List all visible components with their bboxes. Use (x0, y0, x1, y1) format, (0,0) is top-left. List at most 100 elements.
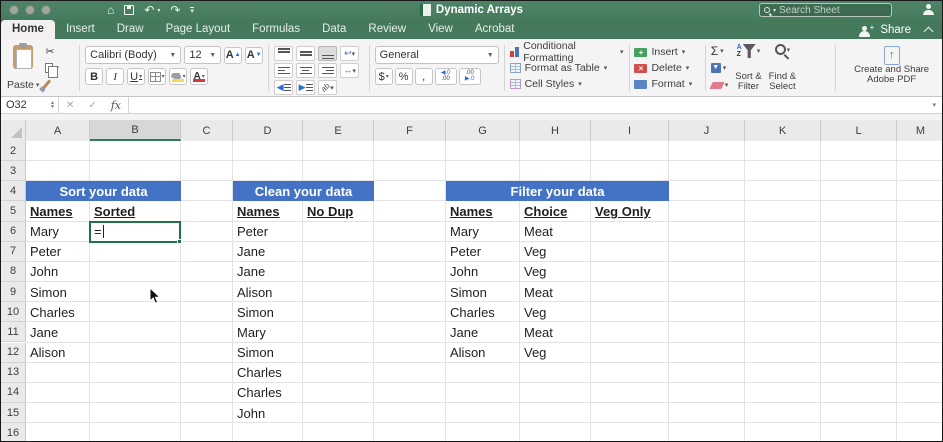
save-icon[interactable] (124, 5, 134, 15)
cell-G5[interactable]: Names (446, 201, 520, 221)
font-color-button[interactable]: A▾ (190, 68, 208, 85)
tab-home[interactable]: Home (1, 20, 55, 39)
align-center-button[interactable] (296, 63, 315, 78)
share-button[interactable]: Share (880, 24, 911, 36)
close-window-icon[interactable] (9, 5, 19, 15)
row-header-16[interactable]: 16 (1, 423, 26, 442)
cell-H6[interactable]: Meat (520, 222, 651, 242)
cell-A12[interactable]: Alison (26, 343, 150, 363)
cell-H5[interactable]: Choice (520, 201, 591, 221)
column-header-C[interactable]: C (181, 120, 233, 141)
tab-formulas[interactable]: Formulas (241, 20, 311, 39)
active-cell-B6[interactable]: = (89, 221, 181, 243)
column-header-F[interactable]: F (374, 120, 446, 141)
collapse-ribbon-icon[interactable] (924, 26, 934, 36)
enter-icon[interactable]: ✓ (81, 100, 103, 111)
fill-handle[interactable] (177, 239, 182, 244)
format-painter-icon[interactable] (42, 79, 51, 89)
font-name-select[interactable]: Calibri (Body)▼ (85, 46, 181, 64)
conditional-formatting-button[interactable]: Conditional Formatting▾ (510, 45, 624, 59)
cell-D13[interactable]: Charles (233, 363, 363, 383)
cell-H12[interactable]: Veg (520, 343, 651, 363)
column-header-M[interactable]: M (897, 120, 943, 141)
cell-D8[interactable]: Jane (233, 262, 363, 282)
row-header-15[interactable]: 15 (1, 403, 26, 423)
underline-button[interactable]: U▾ (127, 68, 145, 85)
autosum-icon[interactable]: Σ (711, 44, 718, 58)
clear-icon[interactable] (709, 82, 724, 89)
cell-D15[interactable]: John (233, 403, 363, 423)
decrease-decimal-button[interactable]: .00▶.0 (459, 68, 481, 85)
cell-A9[interactable]: Simon (26, 282, 150, 302)
column-header-G[interactable]: G (446, 120, 520, 141)
cut-icon[interactable]: ✂ (45, 47, 54, 57)
align-middle-button[interactable] (296, 46, 315, 61)
insert-cells-button[interactable]: + Insert▾ (634, 45, 699, 59)
grow-font-button[interactable]: A▲ (224, 47, 242, 64)
cell-D6[interactable]: Peter (233, 222, 363, 242)
column-header-K[interactable]: K (745, 120, 821, 141)
cell-A11[interactable]: Jane (26, 322, 150, 342)
format-cells-button[interactable]: Format▾ (634, 77, 699, 91)
row-header-13[interactable]: 13 (1, 363, 26, 383)
cell-D12[interactable]: Simon (233, 343, 363, 363)
percent-button[interactable]: % (395, 68, 413, 85)
cell-A7[interactable]: Peter (26, 242, 150, 262)
increase-decimal-button[interactable]: ◀.0.00 (435, 68, 457, 85)
tab-draw[interactable]: Draw (106, 20, 155, 39)
wrap-text-button[interactable]: ↩▾ (340, 46, 359, 61)
undo-icon[interactable]: ↶ (144, 4, 154, 16)
undo-dropdown-icon[interactable]: ▾ (157, 7, 160, 14)
align-left-button[interactable] (274, 63, 293, 78)
select-all-corner[interactable] (1, 120, 26, 141)
tab-page-layout[interactable]: Page Layout (155, 20, 242, 39)
banner-sort-your-data[interactable]: Sort your data (26, 181, 181, 201)
copy-icon[interactable] (45, 63, 53, 73)
decrease-indent-button[interactable]: ◀ (274, 80, 293, 95)
tab-insert[interactable]: Insert (55, 20, 106, 39)
row-header-6[interactable]: 6 (1, 222, 26, 242)
cell-E5[interactable]: No Dup (303, 201, 374, 221)
increase-indent-button[interactable]: ▶ (296, 80, 315, 95)
zoom-window-icon[interactable] (41, 5, 51, 15)
paste-button[interactable]: Paste▾ (7, 43, 39, 93)
account-avatar[interactable] (923, 4, 934, 15)
column-header-A[interactable]: A (26, 120, 90, 141)
cell-D11[interactable]: Mary (233, 322, 363, 342)
expand-formula-bar-icon[interactable]: ▾ (932, 101, 942, 109)
row-header-10[interactable]: 10 (1, 302, 26, 322)
tab-acrobat[interactable]: Acrobat (464, 20, 526, 39)
cell-H9[interactable]: Meat (520, 282, 651, 302)
row-header-7[interactable]: 7 (1, 242, 26, 262)
format-as-table-button[interactable]: Format as Table▾ (510, 61, 624, 75)
search-dropdown-icon[interactable]: ▾ (773, 7, 776, 14)
number-format-select[interactable]: General▼ (375, 46, 499, 64)
cell-D9[interactable]: Alison (233, 282, 363, 302)
customize-toolbar-icon[interactable]: ▾ (190, 7, 194, 14)
banner-clean-your-data[interactable]: Clean your data (233, 181, 374, 201)
redo-icon[interactable]: ↷ (170, 4, 180, 16)
cell-H8[interactable]: Veg (520, 262, 651, 282)
cell-D5[interactable]: Names (233, 201, 303, 221)
cell-B5[interactable]: Sorted (90, 201, 181, 221)
minimize-window-icon[interactable] (25, 5, 35, 15)
align-bottom-button[interactable] (318, 46, 337, 61)
cell-H10[interactable]: Veg (520, 302, 651, 322)
home-icon[interactable]: ⌂ (107, 4, 114, 16)
cancel-icon[interactable]: ✕ (59, 100, 81, 111)
row-header-5[interactable]: 5 (1, 201, 26, 221)
column-header-H[interactable]: H (520, 120, 591, 141)
column-header-L[interactable]: L (821, 120, 897, 141)
cell-H7[interactable]: Veg (520, 242, 651, 262)
cell-D10[interactable]: Simon (233, 302, 363, 322)
row-header-14[interactable]: 14 (1, 383, 26, 403)
orientation-button[interactable]: ab▾ (318, 80, 337, 95)
banner-filter-your-data[interactable]: Filter your data (446, 181, 669, 201)
row-header-2[interactable]: 2 (1, 141, 26, 161)
currency-button[interactable]: $▾ (375, 68, 393, 85)
cell-A5[interactable]: Names (26, 201, 90, 221)
search-input[interactable]: ▾ Search Sheet (759, 3, 892, 17)
insert-function-icon[interactable]: fx (104, 99, 128, 112)
cell-H11[interactable]: Meat (520, 322, 651, 342)
cell-D14[interactable]: Charles (233, 383, 363, 403)
